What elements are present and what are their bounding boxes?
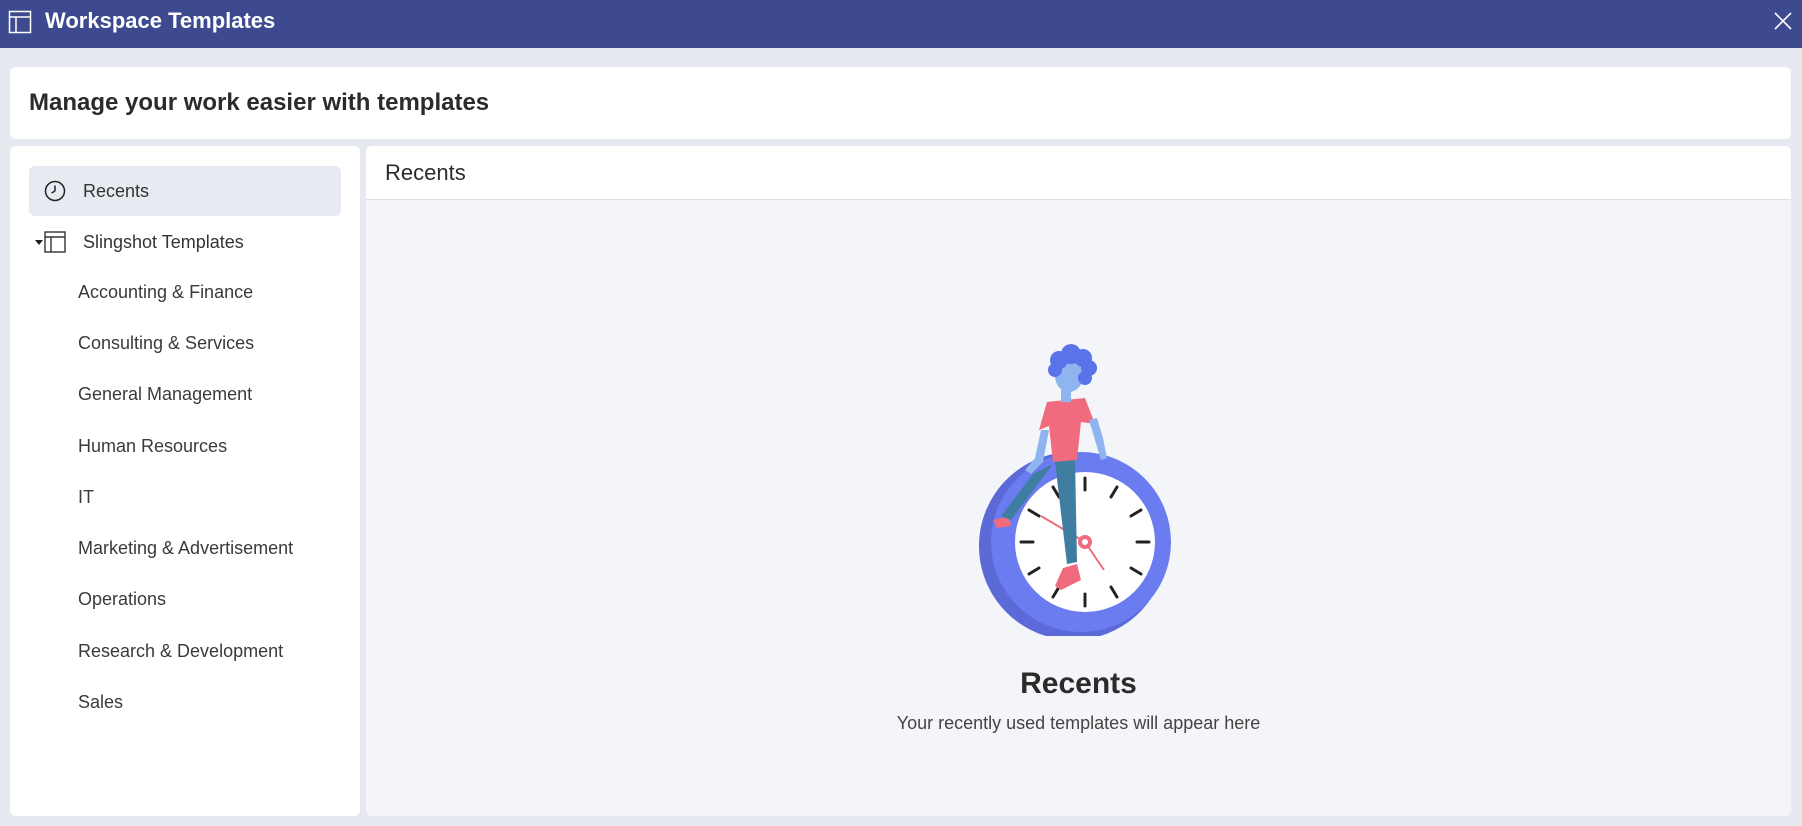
sidebar-category-item[interactable]: Research & Development	[78, 636, 283, 666]
person-sitting-on-clock-illustration	[979, 344, 1171, 636]
sidebar-category-item[interactable]: Accounting & Finance	[78, 277, 253, 307]
main-header: Recents	[366, 146, 1791, 200]
close-icon[interactable]	[1772, 10, 1794, 32]
empty-state-title: Recents	[1020, 667, 1137, 700]
sidebar-category-item[interactable]: IT	[78, 482, 94, 512]
sidebar-item-label: Recents	[83, 180, 150, 201]
sidebar-category-item[interactable]: Sales	[78, 687, 123, 717]
sidebar-category-item[interactable]: Marketing & Advertisement	[78, 533, 293, 563]
empty-state-subtitle: Your recently used templates will appear…	[896, 713, 1261, 733]
sidebar-category-item[interactable]: Human Resources	[78, 431, 227, 461]
template-sidebar: Recents Slingshot Templates Accounting &…	[10, 146, 360, 816]
template-layout-icon	[8, 10, 32, 34]
template-layout-icon	[44, 231, 66, 253]
page-headline: Manage your work easier with templates	[29, 89, 490, 116]
sidebar-item-recents[interactable]: Recents	[29, 166, 341, 216]
clock-icon	[44, 180, 66, 202]
sidebar-item-label: Slingshot Templates	[83, 231, 244, 252]
sidebar-item-slingshot-templates[interactable]: Slingshot Templates	[29, 217, 341, 267]
window-title: Workspace Templates	[45, 8, 276, 33]
main-title: Recents	[385, 160, 466, 185]
window-titlebar: Workspace Templates	[0, 0, 1802, 48]
sidebar-category-item[interactable]: General Management	[78, 379, 252, 409]
main-panel: Recents Recents Your recently used templ…	[366, 146, 1791, 816]
sidebar-category-item[interactable]: Consulting & Services	[78, 328, 254, 358]
headline-card: Manage your work easier with templates	[10, 67, 1791, 139]
sidebar-category-item[interactable]: Operations	[78, 584, 166, 614]
